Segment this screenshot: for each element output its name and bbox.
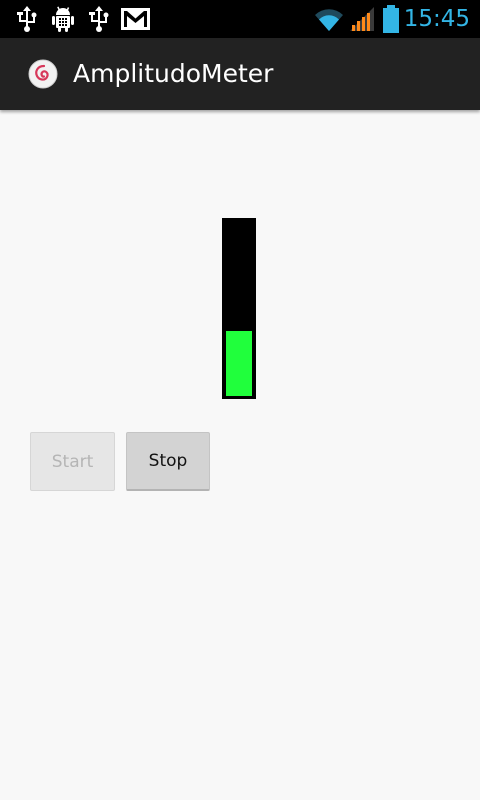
amplitude-meter xyxy=(222,218,256,399)
app-title: AmplitudoMeter xyxy=(73,59,274,88)
wifi-icon xyxy=(315,9,343,32)
start-button[interactable]: Start xyxy=(30,432,115,491)
status-time: 15:45 xyxy=(403,6,470,32)
app-logo-icon xyxy=(28,59,58,89)
battery-icon xyxy=(383,5,399,33)
android-debug-icon xyxy=(52,6,74,32)
gmail-icon xyxy=(121,8,150,30)
status-bar: 15:45 xyxy=(0,0,480,38)
usb-icon xyxy=(17,6,37,32)
stop-button[interactable]: Stop xyxy=(126,432,210,491)
usb-icon xyxy=(89,6,109,32)
action-bar: AmplitudoMeter xyxy=(0,38,480,110)
signal-icon xyxy=(350,7,374,31)
amplitude-level-bar xyxy=(226,331,252,396)
